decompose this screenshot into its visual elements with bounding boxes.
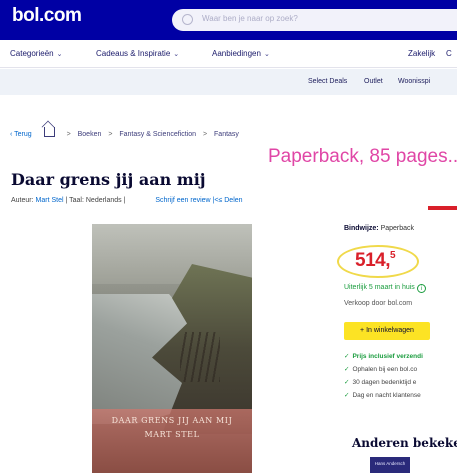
cover-author: MART STEL <box>144 430 200 439</box>
usp-text: 30 dagen bedenktijd e <box>352 379 417 386</box>
chevron-down-icon: ⌄ <box>56 51 63 58</box>
paperback-annotation: Paperback, 85 pages... <box>268 146 457 167</box>
author-link[interactable]: Mart Stel <box>36 197 64 204</box>
usp-text: Ophalen bij een bol.co <box>352 366 418 373</box>
delivery-text: Uiterlijk 5 maart in huis <box>344 284 415 291</box>
breadcrumb: ‹ Terug > Boeken > Fantasy & Sciencefict… <box>10 127 239 138</box>
usp-item: ✓ Dag en nacht klantense <box>344 391 421 399</box>
price: 514,5 <box>355 250 396 272</box>
nav-gifts[interactable]: Cadeaus & Inspiratie ⌄ <box>96 49 179 58</box>
chevron-down-icon: ⌄ <box>173 51 180 58</box>
search-placeholder: Waar ben je naar op zoek? <box>202 14 298 23</box>
write-review-link[interactable]: Schrijf een review <box>155 197 210 204</box>
info-icon[interactable]: i <box>416 284 426 293</box>
share-link[interactable]: |<≤ Delen <box>213 197 243 204</box>
subnav-select-deals[interactable]: Select Deals <box>308 78 347 85</box>
add-to-cart-button[interactable]: + In winkelwagen <box>344 322 430 340</box>
chevron-down-icon: ⌄ <box>263 51 270 58</box>
red-accent-bar <box>428 206 457 210</box>
bol-logo[interactable]: bol.com <box>12 5 82 27</box>
delivery-info: Uiterlijk 5 maart in huis i <box>344 284 426 293</box>
cover-fence-posts <box>180 332 220 382</box>
binding-info: Bindwijze: Paperback <box>344 225 414 232</box>
subnav-outlet[interactable]: Outlet <box>364 78 383 85</box>
seller-info: Verkoop door bol.com <box>344 300 413 307</box>
language-label: | Taal: Nederlands | <box>65 197 126 204</box>
usp-text: Prijs inclusief verzendi <box>352 353 423 360</box>
usp-item: ✓ Prijs inclusief verzendi <box>344 352 423 360</box>
back-link[interactable]: ‹ Terug <box>10 131 32 138</box>
book-cover-image[interactable]: DAAR GRENS JIJ AAN MIJ MART STEL <box>92 224 252 473</box>
usp-text: Dag en nacht klantense <box>352 392 421 399</box>
subnav-woonisspi[interactable]: Woonisspi <box>398 78 430 85</box>
also-viewed-thumbnail[interactable]: Hans Andersch <box>370 457 410 473</box>
nav-business[interactable]: Zakelijk <box>408 49 435 58</box>
author-prefix: Auteur: <box>11 197 34 204</box>
thumbnail-label: Hans Andersch <box>374 461 406 466</box>
search-input[interactable]: Waar ben je naar op zoek? <box>172 9 457 31</box>
breadcrumb-item-fantasy-scifi[interactable]: Fantasy & Sciencefiction <box>119 131 196 138</box>
nav-deals[interactable]: Aanbiedingen ⌄ <box>212 49 270 58</box>
check-icon: ✓ <box>344 379 350 386</box>
binding-label: Bindwijze: <box>344 225 379 232</box>
also-viewed-heading: Anderen bekeken <box>352 436 457 450</box>
nav-categories[interactable]: Categorieën ⌄ <box>10 49 62 58</box>
nav-categories-label: Categorieën <box>10 49 54 58</box>
chevron-right-icon: > <box>202 131 208 138</box>
home-icon[interactable] <box>43 127 55 137</box>
nav-deals-label: Aanbiedingen <box>212 49 261 58</box>
usp-item: ✓ Ophalen bij een bol.co <box>344 365 417 373</box>
chevron-right-icon: > <box>108 131 113 138</box>
cover-title: DAAR GRENS JIJ AAN MIJ <box>111 416 233 425</box>
sub-nav: Select Deals Outlet Woonisspi <box>0 69 457 95</box>
binding-value: Paperback <box>380 225 415 232</box>
usp-item: ✓ 30 dagen bedenktijd e <box>344 378 416 386</box>
price-main: 514, <box>355 250 390 271</box>
breadcrumb-item-fantasy[interactable]: Fantasy <box>214 131 239 138</box>
breadcrumb-item-books[interactable]: Boeken <box>78 131 102 138</box>
top-bar: bol.com Waar ben je naar op zoek? <box>0 0 457 40</box>
price-cents: 5 <box>389 250 396 261</box>
check-icon: ✓ <box>344 366 350 373</box>
check-icon: ✓ <box>344 353 350 360</box>
nav-gifts-label: Cadeaus & Inspiratie <box>96 49 171 58</box>
nav-more[interactable]: C <box>446 49 452 58</box>
main-nav: Categorieën ⌄ Cadeaus & Inspiratie ⌄ Aanbi… <box>0 40 457 68</box>
search-icon <box>182 14 193 25</box>
check-icon: ✓ <box>344 392 350 399</box>
chevron-right-icon: > <box>66 131 71 138</box>
wishlist-button[interactable] <box>440 322 457 340</box>
product-meta: Auteur: Mart Stel | Taal: Nederlands | S… <box>11 197 243 204</box>
back-label: Terug <box>14 131 32 138</box>
page-title: Daar grens jij aan mij <box>11 170 206 189</box>
